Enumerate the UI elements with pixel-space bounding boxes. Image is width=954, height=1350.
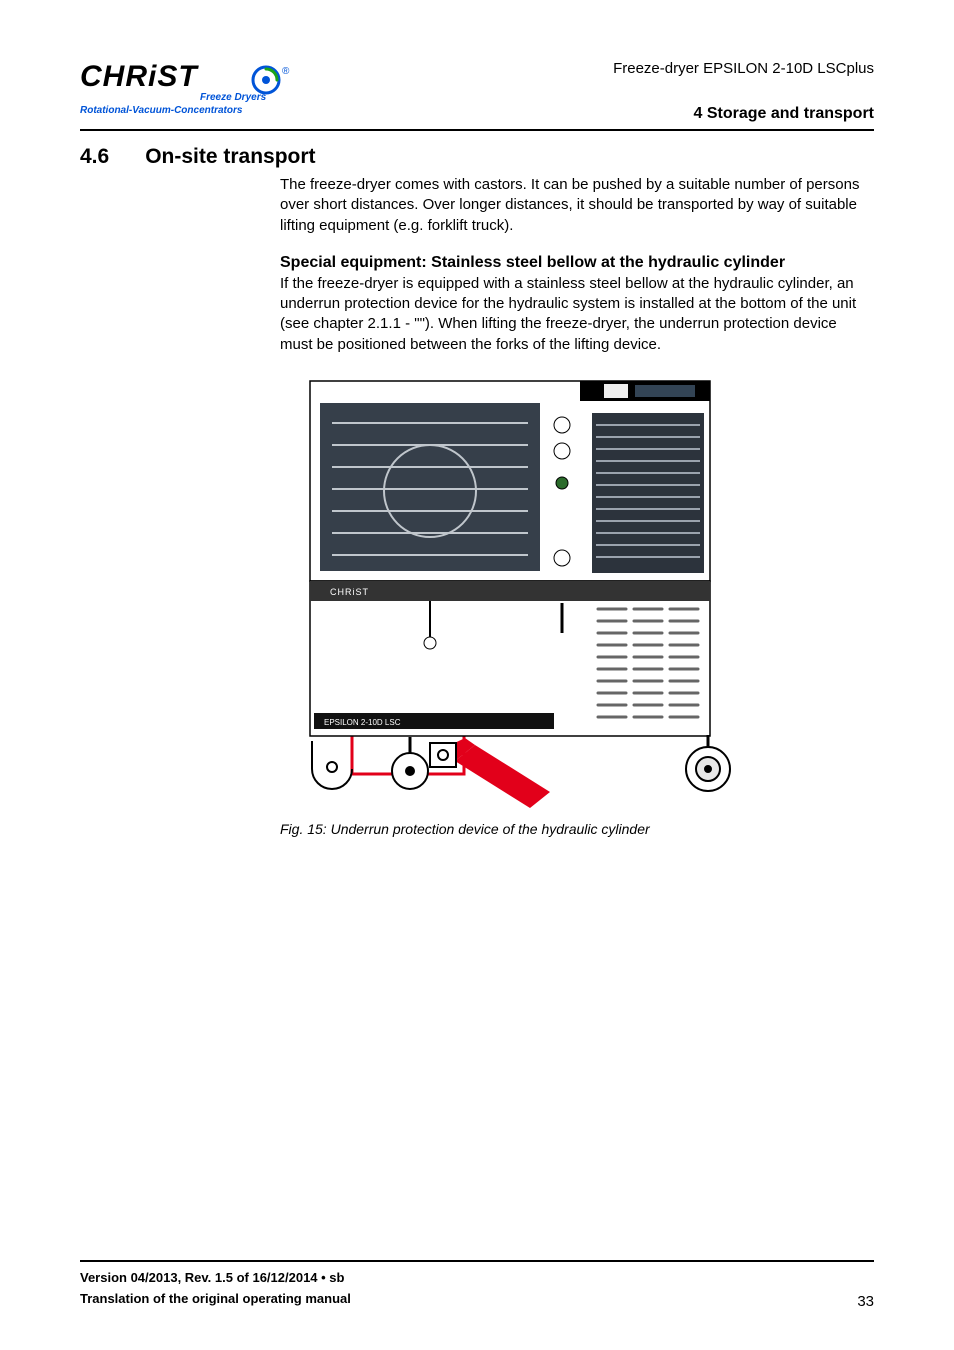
figure-15: CHRiST EPSILON 2-10D LSC [280,373,864,837]
page-header: CHRiST ® Freeze Dryers Rotational-Vacuum… [80,60,874,123]
paragraph-2: If the freeze-dryer is equipped with a s… [280,274,864,355]
footer-left: Version 04/2013, Rev. 1.5 of 16/12/2014 … [80,1268,351,1310]
page-footer: Version 04/2013, Rev. 1.5 of 16/12/2014 … [80,1260,874,1310]
page-number: 33 [857,1293,874,1310]
svg-text:®: ® [282,66,290,77]
logo-tagline-1: Freeze Dryers [200,92,267,103]
chapter-title: 4 Storage and transport [613,105,874,123]
header-right: Freeze-dryer EPSILON 2-10D LSCplus 4 Sto… [613,60,874,123]
freeze-dryer-diagram-icon: CHRiST EPSILON 2-10D LSC [280,373,740,813]
brand-logo: CHRiST ® Freeze Dryers Rotational-Vacuum… [80,60,295,118]
svg-text:EPSILON 2-10D LSC: EPSILON 2-10D LSC [324,718,401,727]
document-title: Freeze-dryer EPSILON 2-10D LSCplus [613,60,874,77]
christ-logo-icon: CHRiST ® Freeze Dryers Rotational-Vacuum… [80,60,295,118]
subheading: Special equipment: Stainless steel bello… [280,254,864,272]
logo-tagline-2: Rotational-Vacuum-Concentrators [80,105,243,116]
svg-text:CHRiST: CHRiST [80,60,199,93]
version-line: Version 04/2013, Rev. 1.5 of 16/12/2014 … [80,1268,351,1289]
section-title: On-site transport [145,145,315,169]
footer-rule [80,1260,874,1262]
section-body: The freeze-dryer comes with castors. It … [280,175,864,837]
figure-caption: Fig. 15: Underrun protection device of t… [280,821,864,837]
paragraph-1: The freeze-dryer comes with castors. It … [280,175,864,236]
document-page: CHRiST ® Freeze Dryers Rotational-Vacuum… [0,0,954,1350]
header-rule [80,129,874,131]
section-heading: 4.6 On-site transport [80,145,874,169]
svg-text:CHRiST: CHRiST [330,587,369,597]
section-number: 4.6 [80,145,109,169]
translation-line: Translation of the original operating ma… [80,1289,351,1310]
